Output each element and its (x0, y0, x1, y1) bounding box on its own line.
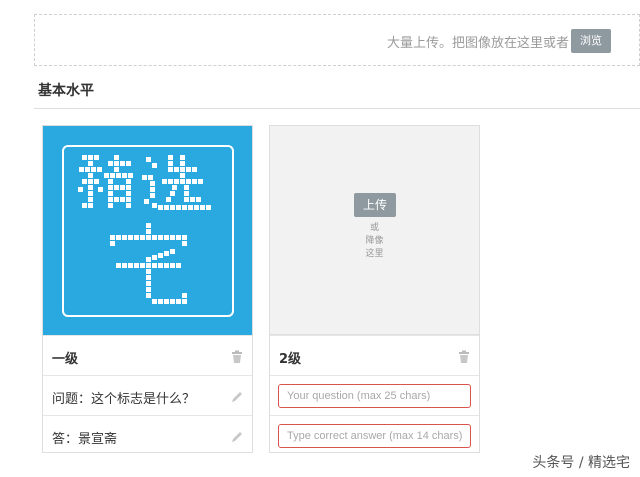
drop-hint: 或 降像 这里 (270, 222, 479, 261)
level-image[interactable] (43, 126, 252, 335)
watermark: 头条号 / 精选宅 (532, 455, 630, 471)
drop-hint-line: 这里 (365, 249, 384, 259)
answer-input[interactable] (278, 424, 471, 448)
question-text: 问题：这个标志是什么？ (52, 392, 196, 407)
trash-icon[interactable] (230, 349, 244, 363)
answer-row (270, 415, 479, 455)
level-card-2: 上传 或 降像 这里 2级 (269, 125, 480, 453)
answer-text: 答：景宣斋 (52, 432, 118, 447)
level-name: 一级 (52, 352, 79, 367)
browse-button[interactable]: 浏览 (571, 29, 611, 53)
pencil-icon[interactable] (230, 389, 244, 403)
section-divider (34, 108, 640, 109)
upload-button[interactable]: 上传 (354, 193, 396, 217)
pencil-icon[interactable] (230, 429, 244, 443)
drop-hint-line: 降像 (365, 236, 384, 246)
image-dropzone[interactable]: 上传 或 降像 这里 (270, 126, 479, 335)
level-card-1: 一级 问题：这个标志是什么？ 答：景宣斋 (42, 125, 253, 453)
brand-logo (62, 145, 234, 317)
bulk-upload-hint: 大量上传。把图像放在这里或者 (386, 36, 569, 51)
level-name: 2级 (279, 352, 302, 367)
question-input[interactable] (278, 384, 471, 408)
level-name-row: 一级 (43, 335, 252, 375)
question-row (270, 375, 479, 415)
drop-hint-line: 或 (369, 223, 379, 233)
answer-row: 答：景宣斋 (43, 415, 252, 455)
bulk-upload-dropzone[interactable]: 大量上传。把图像放在这里或者 浏览 (34, 14, 640, 66)
level-name-row: 2级 (270, 335, 479, 375)
section-title: 基本水平 (38, 83, 94, 99)
question-row: 问题：这个标志是什么？ (43, 375, 252, 415)
trash-icon[interactable] (457, 349, 471, 363)
